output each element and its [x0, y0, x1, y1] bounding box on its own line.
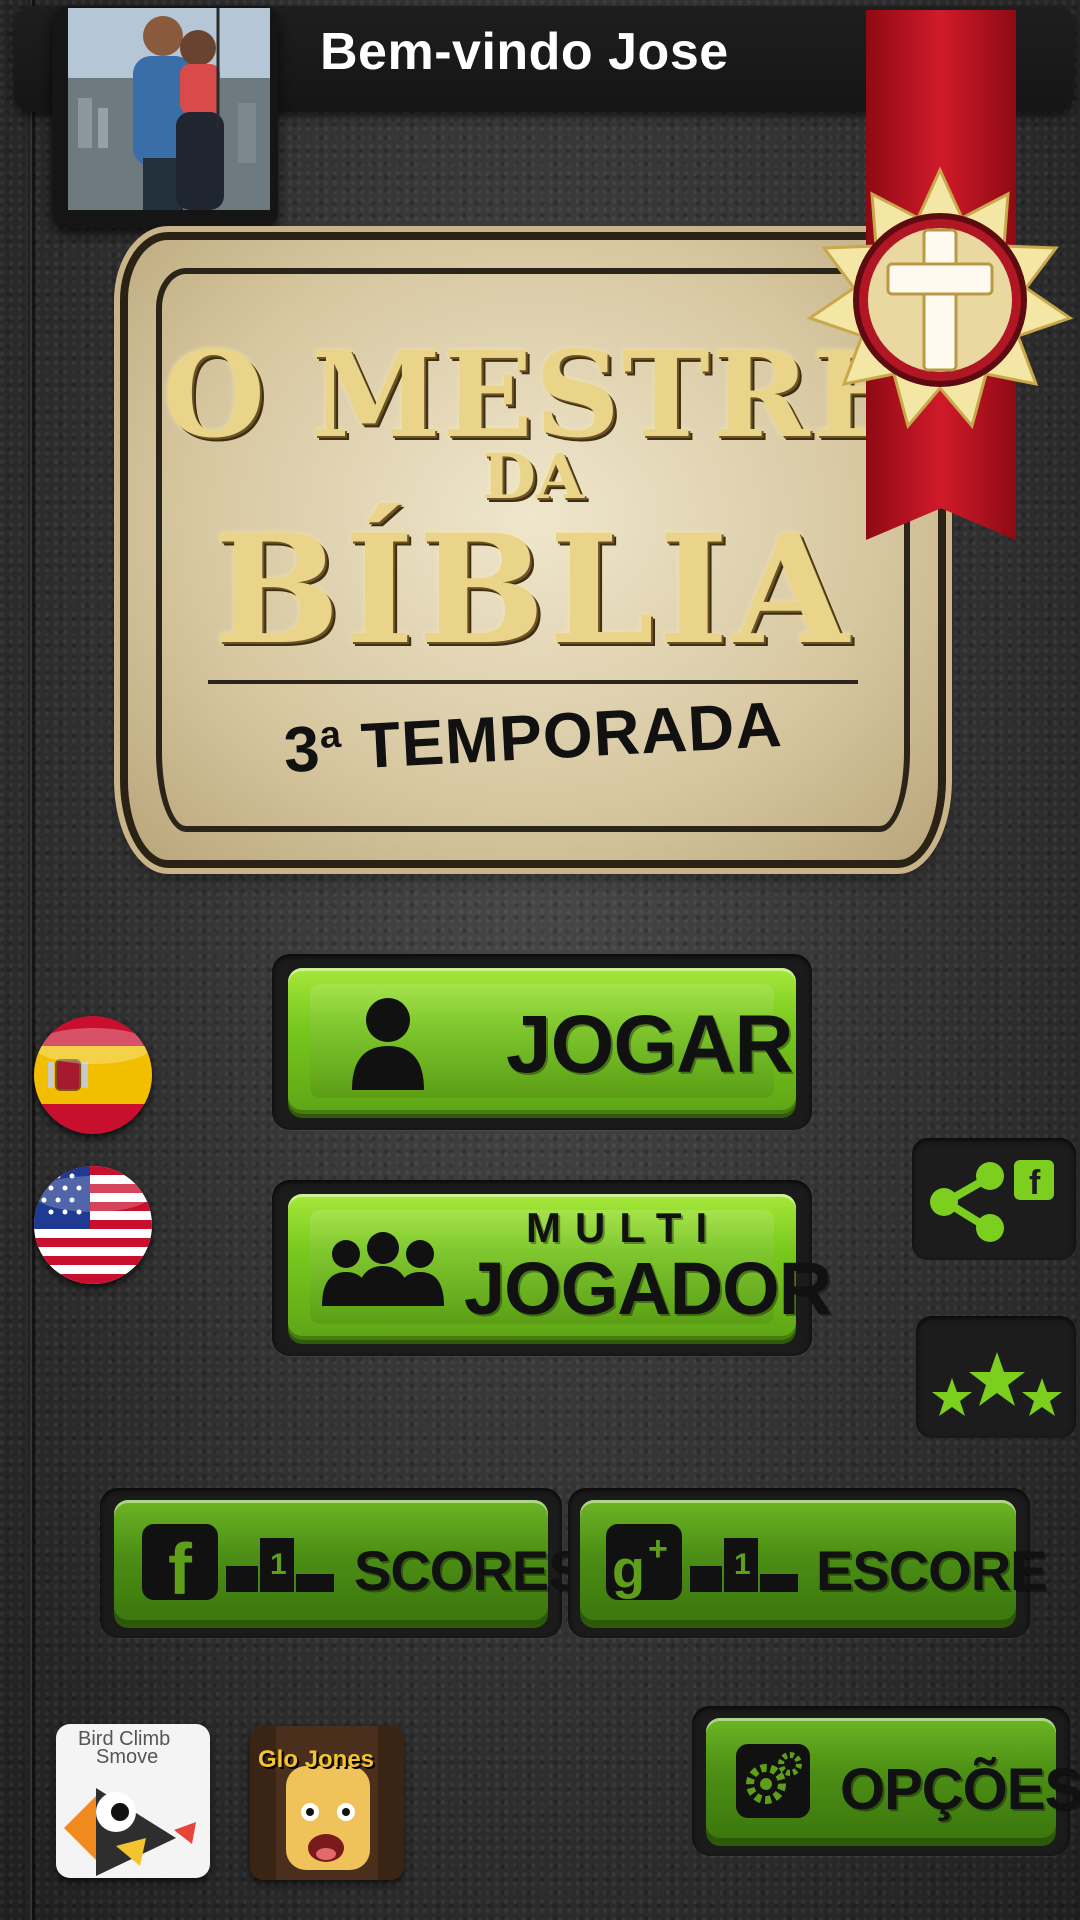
multiplayer-label: JOGADOR	[464, 1247, 832, 1330]
spain-flag-graphic	[34, 1016, 152, 1134]
svg-text:f: f	[168, 1530, 193, 1602]
glo-jones-app-icon[interactable]: Glo Jones	[250, 1726, 404, 1880]
book-spine	[28, 0, 32, 1920]
multiplayer-button[interactable]: MULTI JOGADOR	[288, 1194, 832, 1340]
single-player-icon	[352, 998, 424, 1090]
glo-jones-title: Glo Jones	[258, 1746, 375, 1773]
play-label: JOGAR	[506, 999, 794, 1090]
podium-rank: 1	[734, 1548, 751, 1581]
svg-text:+: +	[648, 1530, 668, 1568]
google-scores-button[interactable]: g + 1 ESCORE	[580, 1500, 1047, 1624]
season-number: 3	[281, 712, 323, 787]
bird-icon	[64, 1788, 196, 1876]
share-button[interactable]: f	[912, 1138, 1076, 1260]
google-plus-icon: g +	[606, 1524, 682, 1600]
facebook-scores-button[interactable]: f 1 SCORES	[114, 1500, 585, 1624]
multiplayer-icon	[322, 1232, 444, 1306]
multi-label: MULTI	[526, 1204, 722, 1251]
podium-icon: 1	[226, 1538, 334, 1592]
cross-medal-icon	[806, 166, 1074, 430]
avatar[interactable]	[68, 8, 270, 210]
share-icon: f	[930, 1160, 1054, 1242]
podium-icon: 1	[690, 1538, 798, 1592]
podium-rank: 1	[270, 1548, 287, 1581]
play-button[interactable]: JOGAR	[288, 968, 796, 1114]
facebook-scores-label: SCORES	[354, 1539, 585, 1602]
plaque-divider	[208, 680, 858, 684]
bird-climb-title-line2: Smove	[96, 1746, 159, 1768]
spain-flag-icon[interactable]	[34, 1016, 152, 1134]
facebook-badge-icon: f	[1029, 1164, 1041, 1202]
welcome-text: Bem-vindo Jose	[320, 23, 729, 81]
svg-text:g: g	[612, 1540, 645, 1600]
usa-flag-icon[interactable]	[34, 1166, 152, 1284]
facebook-icon: f	[142, 1524, 218, 1602]
season-suffix: a	[318, 713, 343, 757]
options-label: OPÇÕES	[840, 1757, 1080, 1822]
bird-climb-title: Bird Climb Smove	[78, 1729, 170, 1768]
usa-flag-graphic	[34, 1166, 152, 1284]
options-button[interactable]: OPÇÕES	[706, 1718, 1080, 1842]
avatar-photo	[68, 8, 270, 210]
rate-stars-icon	[932, 1352, 1062, 1416]
google-scores-label: ESCORE	[816, 1539, 1047, 1602]
bird-climb-app-icon[interactable]: Bird Climb Smove	[56, 1724, 210, 1878]
rate-button[interactable]	[916, 1316, 1076, 1438]
gear-icon	[736, 1744, 810, 1818]
title-line-3: BÍBLIA	[213, 502, 853, 678]
